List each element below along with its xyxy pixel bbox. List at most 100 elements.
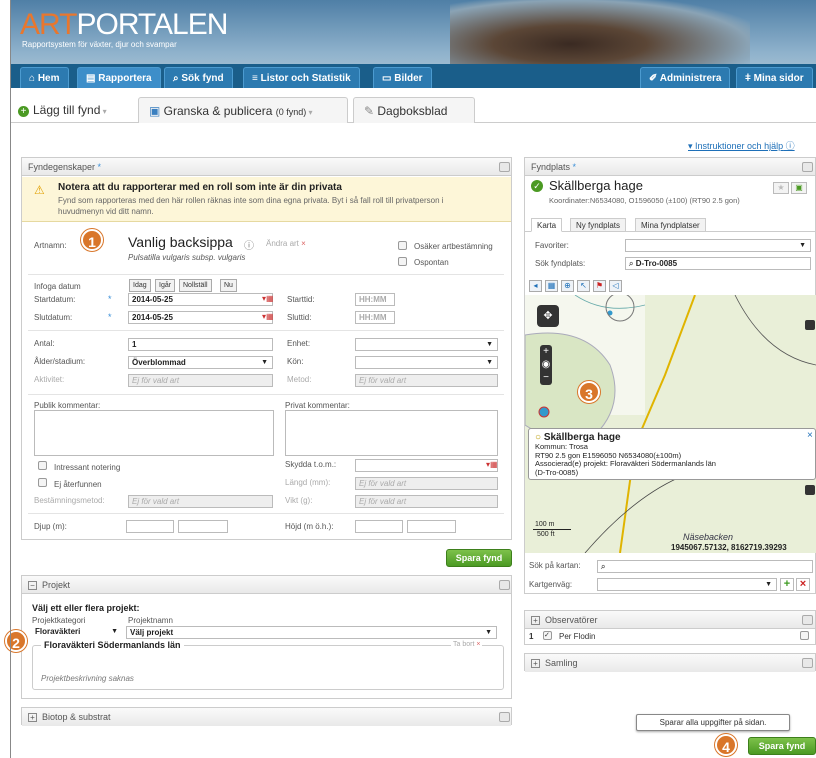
tab-bilder[interactable]: ▭ Bilder xyxy=(373,67,432,88)
projekt-header[interactable]: − Projekt xyxy=(22,576,511,594)
save-button-bottom[interactable]: Spara fynd xyxy=(748,737,816,755)
privat-textarea[interactable] xyxy=(285,410,498,456)
startdatum-input[interactable]: 2014-05-25 xyxy=(128,293,273,306)
publish-icon: ▣ xyxy=(149,104,164,118)
langd-label: Längd (mm): xyxy=(285,478,331,487)
nollstall-button[interactable]: Nollställ xyxy=(179,279,212,292)
hojd-from-input[interactable] xyxy=(355,520,403,533)
subtab-lagg-till[interactable]: + Lägg till fynd ▾ xyxy=(18,97,130,123)
sok-fyndplats-input[interactable]: ⌕ D-Tro-0085 xyxy=(625,257,811,270)
close-icon[interactable]: × xyxy=(807,430,813,441)
skydda-input[interactable] xyxy=(355,459,498,472)
layers-icon[interactable]: ▦ xyxy=(545,280,558,292)
samling-header[interactable]: + Samling xyxy=(525,654,815,672)
observer-checkbox[interactable]: ✓ xyxy=(543,631,552,640)
pointer-icon[interactable]: ↖ xyxy=(577,280,590,292)
ej-aterfunnen-checkbox[interactable] xyxy=(38,478,47,487)
layer-switch-icon[interactable] xyxy=(805,320,815,330)
tab-rapportera[interactable]: ▤ Rapportera xyxy=(77,67,161,88)
sok-kartan-input[interactable]: ⌕ xyxy=(597,560,813,573)
image-icon: ▭ xyxy=(382,73,395,84)
panel-help-icon[interactable] xyxy=(499,162,510,172)
calendar-icon[interactable]: ▾▦ xyxy=(262,312,274,321)
project-item: Floraväkteri Södermanlands län Ta bort ×… xyxy=(32,640,504,690)
kon-select[interactable] xyxy=(355,356,498,369)
publik-textarea[interactable] xyxy=(34,410,274,456)
subtab-dagboksblad[interactable]: ✎ Dagboksblad xyxy=(353,97,475,123)
slutdatum-input[interactable]: 2014-05-25 xyxy=(128,311,273,324)
tab-ny-fyndplats[interactable]: Ny fyndplats xyxy=(570,218,627,232)
ospontan-checkbox[interactable] xyxy=(398,257,407,266)
zoom-icon[interactable]: ⊕ xyxy=(561,280,574,292)
species-info-icon[interactable]: ⓘ xyxy=(244,237,254,252)
expand-icon[interactable]: + xyxy=(531,659,540,668)
observer-select-checkbox[interactable] xyxy=(800,631,809,640)
project-item-title: Floraväkteri Södermanlands län xyxy=(41,640,184,650)
observatorer-header[interactable]: + Observatörer xyxy=(525,611,815,629)
tab-hem[interactable]: ⌂ Hem xyxy=(20,67,69,88)
osaker-checkbox[interactable] xyxy=(398,241,407,250)
back-icon[interactable]: ◂ xyxy=(529,280,542,292)
tab-karta[interactable]: Karta xyxy=(531,218,563,232)
save-tooltip: Sparar alla uppgifter på sidan. xyxy=(636,714,790,731)
map-line xyxy=(584,474,686,553)
antal-input[interactable]: 1 xyxy=(128,338,273,351)
tab-mina-fyndplatser[interactable]: Mina fyndplatser xyxy=(635,218,706,232)
sluttid-input[interactable]: HH:MM xyxy=(355,311,395,324)
biotop-panel: + Biotop & substrat xyxy=(21,707,512,726)
expand-icon[interactable]: + xyxy=(531,616,540,625)
collapse-icon[interactable]: − xyxy=(28,581,37,590)
zoom-control[interactable]: + ◉ − xyxy=(540,345,552,385)
add-icon[interactable]: + xyxy=(780,578,794,591)
hojd-to-input[interactable] xyxy=(407,520,456,533)
vikt-label: Vikt (g): xyxy=(285,496,313,505)
pan-control[interactable]: ✥ xyxy=(537,305,559,327)
zoom-out-icon[interactable]: − xyxy=(540,371,552,384)
tab-administrera[interactable]: ✐ Administrera xyxy=(640,67,731,88)
panel-help-icon[interactable] xyxy=(802,658,813,668)
map[interactable]: ✥ + ◉ − ○ Skällberga hage Kommun: Trosa RT… xyxy=(525,295,816,553)
help-link[interactable]: ▾ Instruktioner och hjälp ⓘ xyxy=(688,139,795,152)
polygon-icon[interactable]: ◁ xyxy=(609,280,622,292)
zoom-in-icon[interactable]: + xyxy=(540,345,552,358)
panel-help-icon[interactable] xyxy=(802,615,813,625)
intressant-checkbox[interactable] xyxy=(38,461,47,470)
calendar-icon[interactable]: ▾▦ xyxy=(486,460,498,469)
djup-from-input[interactable] xyxy=(126,520,174,533)
alder-select[interactable]: Överblommad xyxy=(128,356,273,369)
layer-switch-icon[interactable] xyxy=(805,485,815,495)
idag-button[interactable]: Idag xyxy=(129,279,151,292)
search-icon: ⌕ xyxy=(629,259,636,268)
delete-icon[interactable]: × xyxy=(796,578,810,591)
nu-button[interactable]: Nu xyxy=(220,279,237,292)
igar-button[interactable]: Igår xyxy=(155,279,176,292)
enhet-select[interactable] xyxy=(355,338,498,351)
subtab-granska[interactable]: ▣ Granska & publicera (0 fynd) ▾ xyxy=(138,97,348,123)
starttid-input[interactable]: HH:MM xyxy=(355,293,395,306)
caret-icon: ▾ xyxy=(688,141,696,151)
map-canvas xyxy=(525,295,816,553)
globe-icon[interactable]: ◉ xyxy=(540,358,552,371)
kartgenvag-select[interactable] xyxy=(597,578,777,591)
image-icon[interactable]: ▣ xyxy=(791,182,807,194)
remove-project-link[interactable]: Ta bort × xyxy=(451,641,483,648)
marker-icon[interactable]: ⚑ xyxy=(593,280,606,292)
panel-help-icon[interactable] xyxy=(499,580,510,590)
projektnamn-select[interactable]: Välj projekt xyxy=(126,626,497,639)
favoriter-select[interactable] xyxy=(625,239,811,252)
expand-icon[interactable]: + xyxy=(28,713,37,722)
biotop-header[interactable]: + Biotop & substrat xyxy=(22,708,511,726)
map-point[interactable] xyxy=(538,406,550,418)
panel-help-icon[interactable] xyxy=(802,162,813,172)
change-species-link[interactable]: Ändra art × xyxy=(266,239,306,248)
panel-help-icon[interactable] xyxy=(499,712,510,722)
calendar-icon[interactable]: ▾▦ xyxy=(262,294,274,303)
djup-to-input[interactable] xyxy=(178,520,228,533)
projektkategori-select[interactable]: Floraväkteri xyxy=(32,626,122,639)
tab-sok-fynd[interactable]: ⌕ Sök fynd xyxy=(164,67,233,88)
tab-mina-sidor[interactable]: ǂ Mina sidor xyxy=(736,67,813,88)
tab-listor[interactable]: ≡ Listor och Statistik xyxy=(243,67,360,88)
logo[interactable]: ARTPORTALEN xyxy=(20,8,228,42)
star-icon[interactable]: ★ xyxy=(773,182,789,194)
save-button[interactable]: Spara fynd xyxy=(446,549,512,567)
